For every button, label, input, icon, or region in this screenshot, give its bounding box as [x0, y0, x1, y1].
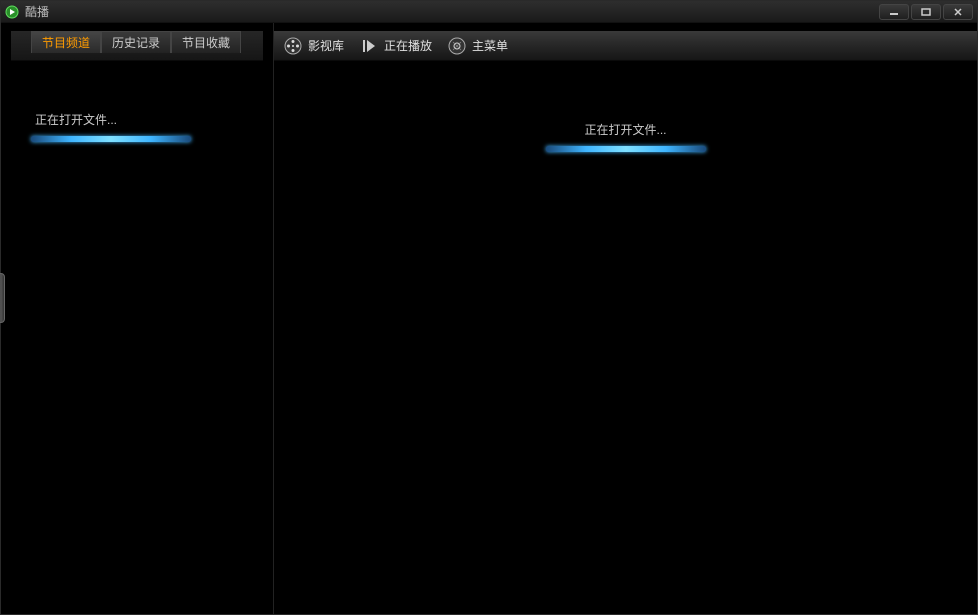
tab-history[interactable]: 历史记录 [101, 31, 171, 53]
window-controls [877, 4, 973, 20]
tab-label: 节目频道 [42, 34, 90, 51]
tab-label: 节目收藏 [182, 34, 230, 51]
content-body: 正在打开文件... [274, 61, 977, 614]
app-window: 酷播 节目频道 历史记录 节目收藏 [0, 0, 978, 615]
toolbar: 影视库 正在播放 [274, 31, 977, 61]
loading-text: 正在打开文件... [584, 121, 666, 138]
toolbar-label: 影视库 [308, 37, 344, 54]
title-bar: 酷播 [1, 1, 977, 23]
progress-bar [31, 136, 191, 142]
menu-disc-icon [448, 37, 466, 55]
tab-label: 历史记录 [112, 34, 160, 51]
film-reel-icon [284, 37, 302, 55]
app-logo-icon [5, 5, 19, 19]
progress-bar [546, 146, 706, 152]
content-loading: 正在打开文件... [546, 121, 706, 614]
sidebar-content: 正在打开文件... [1, 61, 273, 614]
play-icon [360, 37, 378, 55]
sidebar-loading: 正在打开文件... [31, 111, 243, 142]
tab-channels[interactable]: 节目频道 [31, 31, 101, 53]
tab-favorites[interactable]: 节目收藏 [171, 31, 241, 53]
main-area: 节目频道 历史记录 节目收藏 正在打开文件... [1, 23, 977, 614]
loading-text: 正在打开文件... [31, 111, 117, 128]
toolbar-label: 正在播放 [384, 37, 432, 54]
close-button[interactable] [943, 4, 973, 20]
sidebar: 节目频道 历史记录 节目收藏 正在打开文件... [1, 23, 274, 614]
toolbar-main-menu[interactable]: 主菜单 [448, 37, 508, 55]
splitter-handle[interactable] [0, 273, 5, 323]
toolbar-video-library[interactable]: 影视库 [284, 37, 344, 55]
maximize-button[interactable] [911, 4, 941, 20]
content-area: 影视库 正在播放 [274, 23, 977, 614]
minimize-button[interactable] [879, 4, 909, 20]
app-title: 酷播 [25, 3, 877, 20]
toolbar-now-playing[interactable]: 正在播放 [360, 37, 432, 55]
toolbar-label: 主菜单 [472, 37, 508, 54]
sidebar-tabs: 节目频道 历史记录 节目收藏 [11, 31, 263, 61]
